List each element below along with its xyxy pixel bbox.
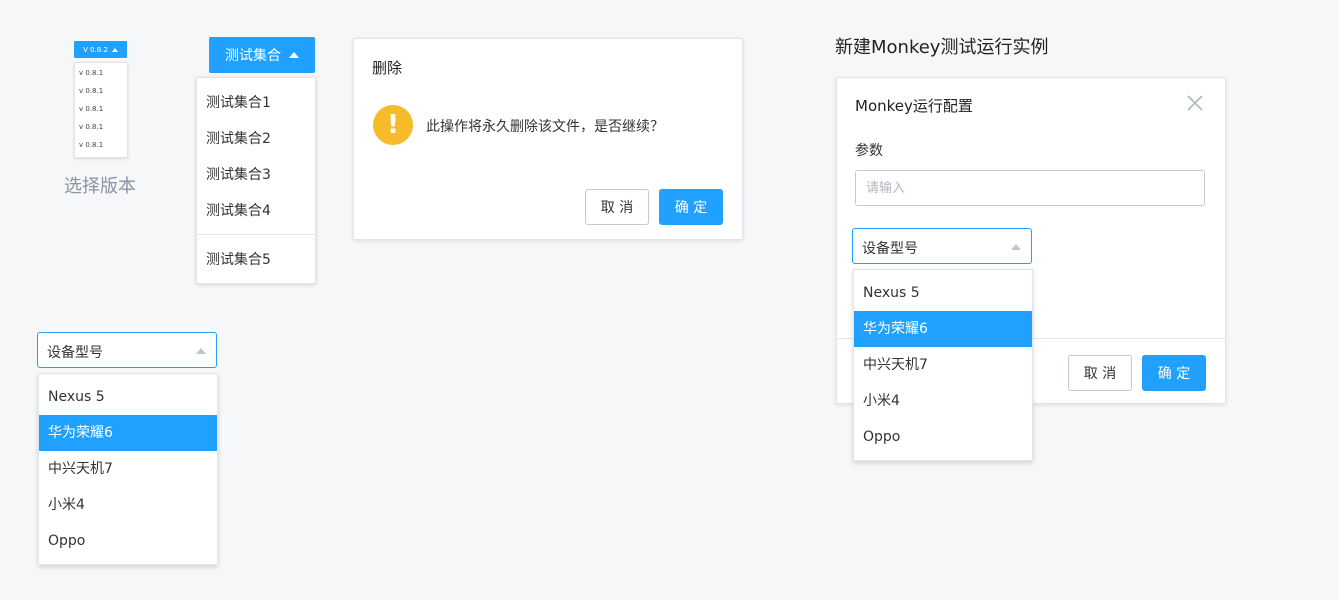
device-option[interactable]: Nexus 5 [854, 275, 1032, 311]
caret-up-icon [289, 52, 299, 58]
version-select-button[interactable]: V 0.8.2 [74, 41, 127, 58]
test-set-menu-item[interactable]: 测试集合1 [206, 92, 271, 112]
device-options-list: Nexus 5 华为荣耀6 中兴天机7 小米4 Oppo [38, 373, 218, 565]
dialog-message: 此操作将永久删除该文件，是否继续？ [426, 119, 664, 135]
section-heading: 新建Monkey测试运行实例 [835, 37, 1049, 58]
version-option[interactable]: v 0.8.1 [75, 136, 127, 154]
device-option[interactable]: 中兴天机7 [39, 451, 217, 487]
test-set-menu: 测试集合1 测试集合2 测试集合3 测试集合4 测试集合5 [196, 77, 316, 284]
device-option[interactable]: Oppo [39, 523, 217, 559]
confirm-button[interactable]: 确 定 [659, 189, 723, 225]
test-set-menu-item[interactable]: 测试集合5 [206, 249, 271, 269]
version-options-list: v 0.8.1 v 0.8.1 v 0.8.1 v 0.8.1 v 0.8.1 [74, 62, 128, 158]
param-input[interactable] [855, 170, 1205, 206]
version-option[interactable]: v 0.8.1 [75, 118, 127, 136]
close-icon[interactable] [1185, 93, 1205, 113]
cancel-button[interactable]: 取 消 [585, 189, 649, 225]
device-option[interactable]: 小米4 [39, 487, 217, 523]
dialog-title: 删除 [372, 59, 403, 77]
confirm-button[interactable]: 确 定 [1142, 355, 1206, 391]
test-set-button-label: 测试集合 [225, 48, 281, 64]
monkey-device-options-list: Nexus 5 华为荣耀6 中兴天机7 小米4 Oppo [853, 269, 1033, 461]
test-set-menu-item[interactable]: 测试集合2 [206, 128, 271, 148]
test-set-menu-item[interactable]: 测试集合4 [206, 200, 271, 220]
version-option[interactable]: v 0.8.1 [75, 64, 127, 82]
monkey-device-model-select[interactable]: 设备型号 [852, 228, 1032, 264]
version-caption: 选择版本 [64, 176, 136, 197]
version-option[interactable]: v 0.8.1 [75, 82, 127, 100]
exclamation-icon: ! [373, 105, 413, 145]
device-option[interactable]: Oppo [854, 419, 1032, 455]
device-option[interactable]: Nexus 5 [39, 379, 217, 415]
caret-up-icon [111, 47, 118, 52]
device-option[interactable]: 小米4 [854, 383, 1032, 419]
device-option-highlighted[interactable]: 华为荣耀6 [854, 311, 1032, 347]
device-option[interactable]: 中兴天机7 [854, 347, 1032, 383]
device-model-select[interactable]: 设备型号 [37, 332, 217, 368]
test-set-dropdown-button[interactable]: 测试集合 [209, 37, 315, 73]
param-label: 参数 [855, 143, 883, 159]
test-set-menu-item[interactable]: 测试集合3 [206, 164, 271, 184]
dialog-title: Monkey运行配置 [855, 97, 973, 115]
version-option[interactable]: v 0.8.1 [75, 100, 127, 118]
delete-confirm-dialog: 删除 ! 此操作将永久删除该文件，是否继续？ 取 消 确 定 [353, 38, 743, 240]
cancel-button[interactable]: 取 消 [1068, 355, 1132, 391]
caret-up-icon [1011, 244, 1021, 250]
menu-divider [197, 234, 315, 235]
select-value: 设备型号 [47, 345, 103, 361]
device-option-highlighted[interactable]: 华为荣耀6 [39, 415, 217, 451]
caret-up-icon [196, 348, 206, 354]
select-value: 设备型号 [862, 241, 918, 257]
version-current-label: V 0.8.2 [83, 45, 108, 54]
